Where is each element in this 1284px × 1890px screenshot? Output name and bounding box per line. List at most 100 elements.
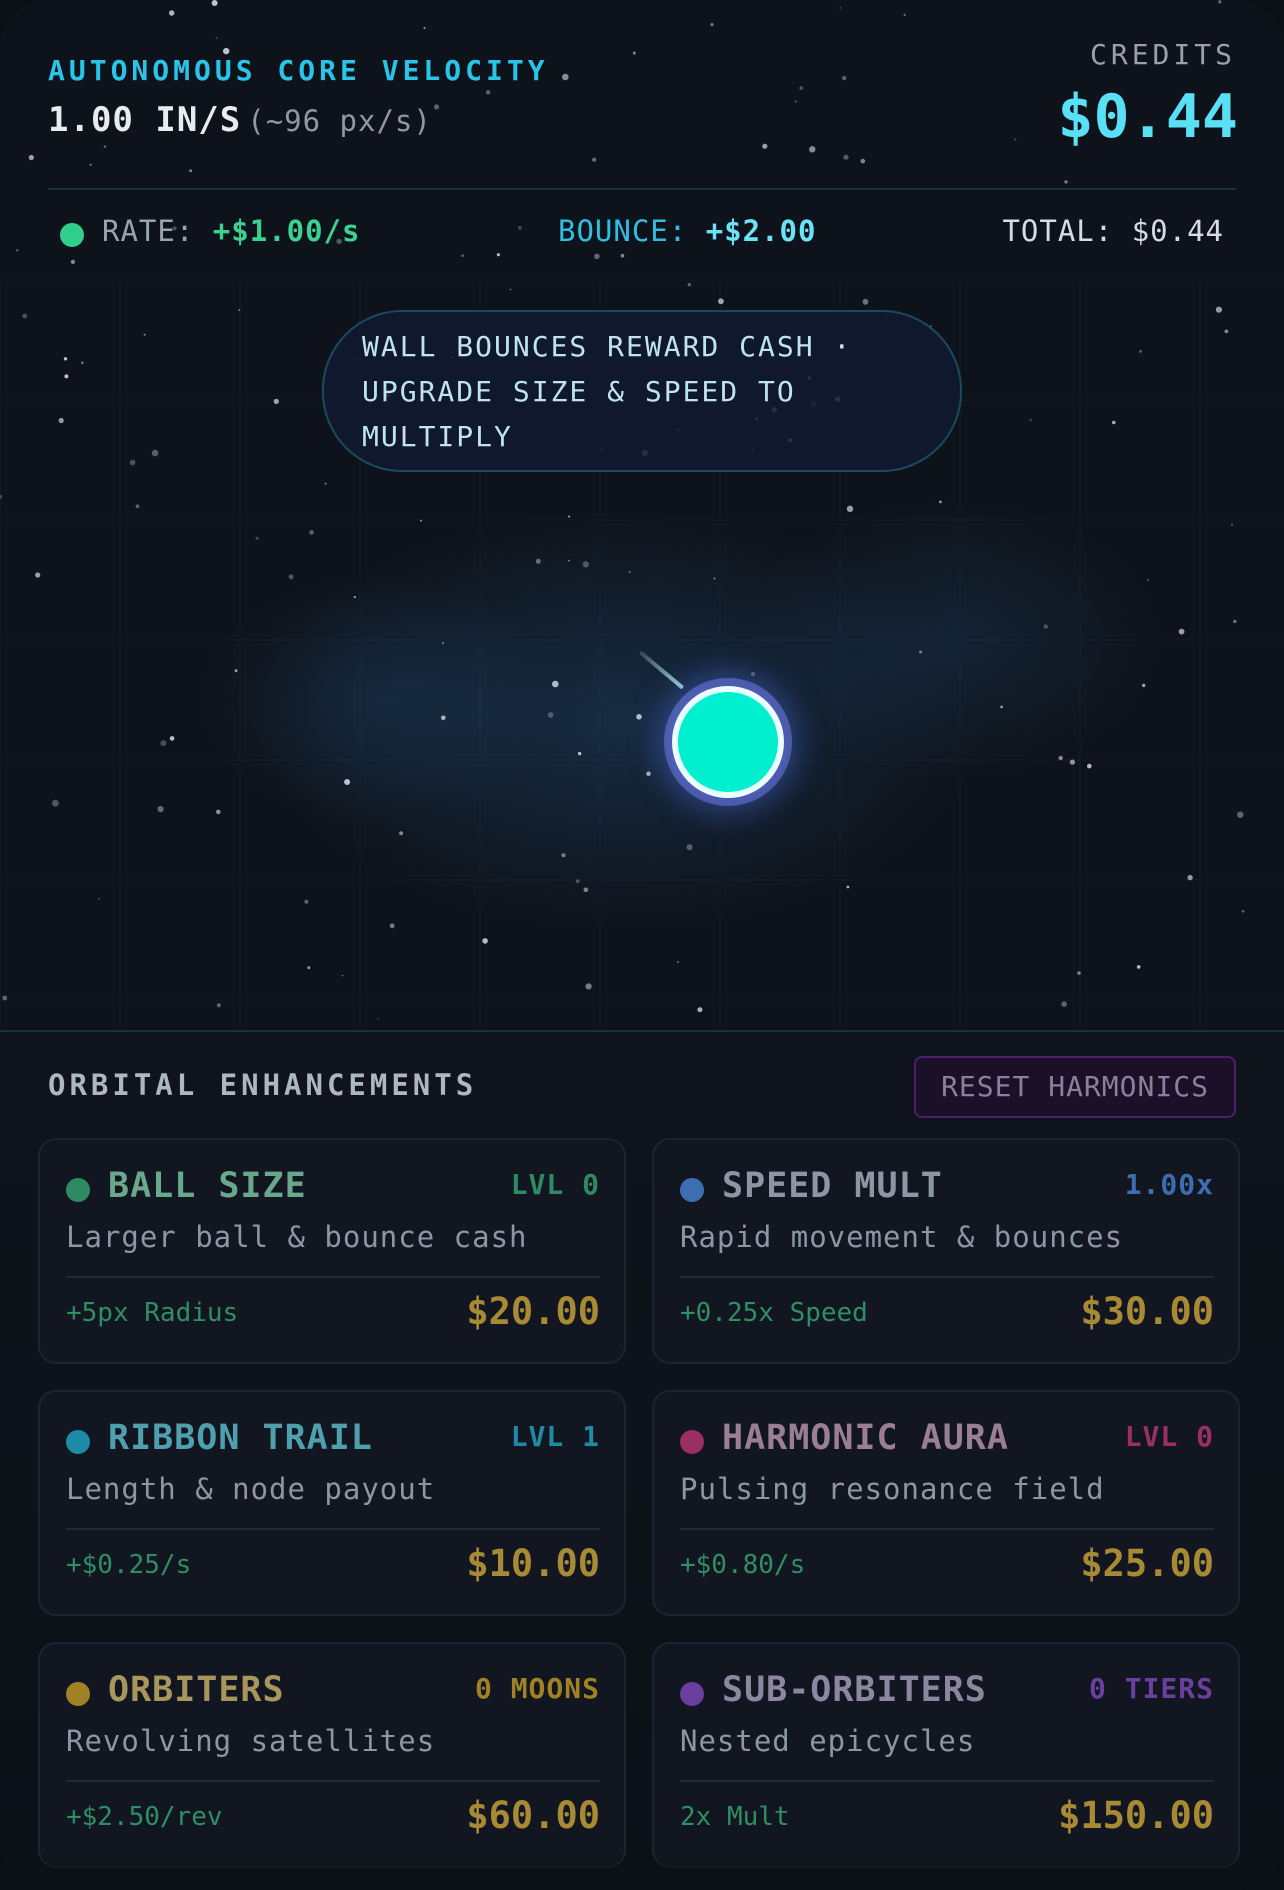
- upgrade-level: 0 TIERS: [1088, 1672, 1214, 1705]
- upgrade-card-orbiters[interactable]: ORBITERS 0 MOONS Revolving satellites +$2.5…: [38, 1642, 626, 1868]
- upgrade-effect: 2x Mult: [680, 1802, 790, 1832]
- star: [1029, 419, 1032, 422]
- star: [585, 983, 592, 990]
- upgrade-description: Larger ball & bounce cash: [66, 1220, 528, 1254]
- star: [211, 0, 218, 6]
- upgrade-cost: $20.00: [466, 1290, 600, 1333]
- stats-bar: RATE: +$1.00/s BOUNCE: +$2.00 TOTAL: $0.…: [48, 208, 1236, 254]
- upgrade-cost: $10.00: [466, 1542, 600, 1585]
- upgrade-cost: $25.00: [1080, 1542, 1214, 1585]
- star: [160, 740, 167, 747]
- star: [1064, 180, 1068, 184]
- star: [16, 249, 19, 252]
- upgrades-panel: ORBITAL ENHANCEMENTS RESET HARMONICS BAL…: [0, 1032, 1284, 1890]
- star: [35, 572, 41, 578]
- star: [1187, 874, 1193, 881]
- star: [2, 995, 8, 1001]
- star: [582, 561, 589, 568]
- upgrade-level: LVL 0: [510, 1168, 600, 1201]
- star: [632, 51, 636, 55]
- bounce-stat: BOUNCE: +$2.00: [558, 214, 816, 248]
- star: [344, 779, 351, 785]
- upgrade-card-ball-size[interactable]: BALL SIZE LVL 0 Larger ball & bounce cash +…: [38, 1138, 626, 1364]
- star: [577, 751, 582, 756]
- star: [28, 154, 34, 161]
- star: [839, 7, 842, 9]
- star: [592, 157, 597, 162]
- star: [353, 596, 356, 599]
- star: [103, 145, 107, 148]
- star: [143, 333, 146, 336]
- star: [288, 574, 294, 580]
- upgrade-card-sub-orbiters[interactable]: SUB-ORBITERS 0 TIERS Nested epicycles 2x Mu…: [652, 1642, 1240, 1868]
- star: [1237, 811, 1244, 818]
- velocity-pixels: (~96 px/s): [247, 104, 432, 138]
- upgrade-effect: +$2.50/rev: [66, 1802, 223, 1832]
- total-stat: TOTAL: $0.44: [1002, 214, 1224, 248]
- star: [686, 844, 693, 851]
- star: [52, 799, 59, 807]
- star: [234, 669, 238, 673]
- star: [341, 974, 344, 977]
- star: [1233, 619, 1237, 624]
- star: [628, 570, 631, 574]
- star: [1058, 755, 1063, 761]
- star: [157, 806, 164, 813]
- star: [568, 559, 570, 562]
- upgrade-card-speed-mult[interactable]: SPEED MULT 1.00x Rapid movement & bounces +…: [652, 1138, 1240, 1364]
- upgrade-name: ORBITERS: [108, 1670, 285, 1710]
- star: [169, 10, 175, 16]
- star: [307, 966, 311, 970]
- upgrade-name: BALL SIZE: [108, 1166, 307, 1206]
- upgrade-effect: +$0.80/s: [680, 1550, 806, 1580]
- star: [63, 357, 68, 361]
- upgrade-description: Pulsing resonance field: [680, 1472, 1105, 1506]
- star: [58, 417, 64, 424]
- star: [169, 736, 175, 741]
- star: [562, 73, 569, 81]
- starfield: [0, 0, 1284, 1030]
- bounce-label: BOUNCE:: [558, 214, 688, 248]
- star: [561, 853, 566, 858]
- star: [710, 23, 714, 27]
- upgrade-effect: +0.25x Speed: [680, 1298, 868, 1328]
- star: [750, 672, 756, 677]
- upgrade-description: Length & node payout: [66, 1472, 436, 1506]
- star: [238, 309, 241, 311]
- star: [713, 577, 716, 580]
- star: [485, 90, 491, 95]
- star: [441, 715, 446, 721]
- upgrade-card-harmonic-aura[interactable]: HARMONIC AURA LVL 0 Pulsing resonance fiel…: [652, 1390, 1240, 1616]
- upgrade-description: Rapid movement & bounces: [680, 1220, 1124, 1254]
- star: [255, 536, 259, 540]
- star: [1147, 578, 1150, 581]
- star: [1000, 705, 1003, 709]
- upgrade-card-ribbon-trail[interactable]: RIBBON TRAIL LVL 1 Length & node payout +$0…: [38, 1390, 626, 1616]
- star: [594, 253, 600, 260]
- upgrade-divider: [66, 1780, 600, 1782]
- upgrade-dot-icon: [680, 1682, 704, 1706]
- status-dot-icon: [60, 223, 84, 247]
- star: [1077, 971, 1081, 975]
- star: [273, 398, 279, 404]
- reset-harmonics-button[interactable]: RESET HARMONICS: [914, 1056, 1236, 1118]
- star: [697, 1007, 703, 1013]
- star: [129, 459, 136, 466]
- star: [842, 76, 847, 81]
- star: [1139, 350, 1142, 353]
- star: [509, 288, 512, 291]
- star: [677, 961, 680, 963]
- play-field[interactable]: AUTONOMOUS CORE VELOCITY 1.00 IN/S (~96 p…: [0, 0, 1284, 1030]
- star: [216, 809, 221, 815]
- velocity-title: AUTONOMOUS CORE VELOCITY: [48, 54, 549, 87]
- upgrade-cost: $60.00: [466, 1794, 600, 1837]
- star: [547, 712, 554, 718]
- rate-stat: RATE: +$1.00/s: [102, 214, 360, 248]
- star: [216, 1003, 221, 1008]
- star: [1112, 420, 1116, 425]
- upgrade-divider: [680, 1780, 1214, 1782]
- panel-fade: [0, 1854, 1284, 1890]
- star: [1241, 909, 1245, 913]
- upgrade-dot-icon: [66, 1430, 90, 1454]
- upgrade-dot-icon: [66, 1682, 90, 1706]
